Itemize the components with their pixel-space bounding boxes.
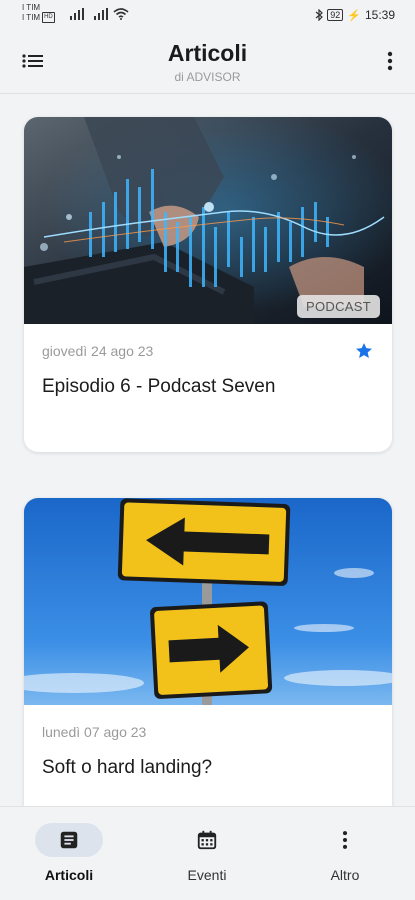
carrier-2: I TIM bbox=[22, 13, 41, 22]
nav-label: Altro bbox=[330, 867, 360, 883]
bottom-navigation: Articoli Eventi Altro bbox=[0, 806, 415, 900]
nav-item-altro[interactable]: Altro bbox=[276, 807, 414, 900]
podcast-badge: PODCAST bbox=[297, 295, 380, 318]
signal-icon-2 bbox=[94, 8, 108, 20]
article-image bbox=[24, 498, 392, 705]
hd-badge: HD bbox=[42, 12, 55, 23]
battery-indicator: 92 bbox=[327, 9, 344, 21]
calendar-icon bbox=[197, 830, 217, 850]
laptop-chart-image bbox=[24, 117, 392, 324]
clock: 15:39 bbox=[364, 8, 395, 22]
road-signs-image bbox=[24, 498, 392, 705]
article-image: PODCAST bbox=[24, 117, 392, 324]
app-bar: Articoli di ADVISOR bbox=[0, 30, 415, 94]
status-bar: I TIM I TIM HD 92 ⚡ 15:39 bbox=[0, 0, 415, 30]
nav-label: Articoli bbox=[44, 867, 94, 883]
article-date: giovedì 24 ago 23 bbox=[42, 343, 154, 359]
more-vert-icon bbox=[342, 831, 348, 849]
charging-icon: ⚡ bbox=[347, 9, 361, 22]
nav-label: Eventi bbox=[187, 867, 227, 883]
status-right: 92 ⚡ 15:39 bbox=[315, 8, 395, 22]
signal-icon bbox=[70, 8, 84, 20]
wifi-icon bbox=[113, 8, 129, 20]
carrier-info: I TIM I TIM HD bbox=[22, 3, 55, 23]
article-card[interactable]: PODCAST giovedì 24 ago 23 Episodio 6 - P… bbox=[24, 117, 392, 452]
article-card[interactable]: lunedì 07 ago 23 Soft o hard landing? bbox=[24, 498, 392, 818]
page-subtitle: di ADVISOR bbox=[174, 70, 241, 84]
article-title[interactable]: Soft o hard landing? bbox=[42, 757, 212, 779]
more-vert-icon[interactable] bbox=[385, 50, 395, 72]
star-icon[interactable] bbox=[354, 341, 374, 361]
nav-item-eventi[interactable]: Eventi bbox=[138, 807, 276, 900]
article-icon bbox=[60, 831, 78, 849]
carrier-1: I TIM bbox=[22, 3, 41, 12]
article-date: lunedì 07 ago 23 bbox=[42, 724, 147, 740]
article-title[interactable]: Episodio 6 - Podcast Seven bbox=[42, 376, 275, 398]
page-title: Articoli bbox=[167, 40, 248, 66]
bluetooth-icon bbox=[315, 9, 324, 21]
nav-item-articoli[interactable]: Articoli bbox=[0, 807, 138, 900]
